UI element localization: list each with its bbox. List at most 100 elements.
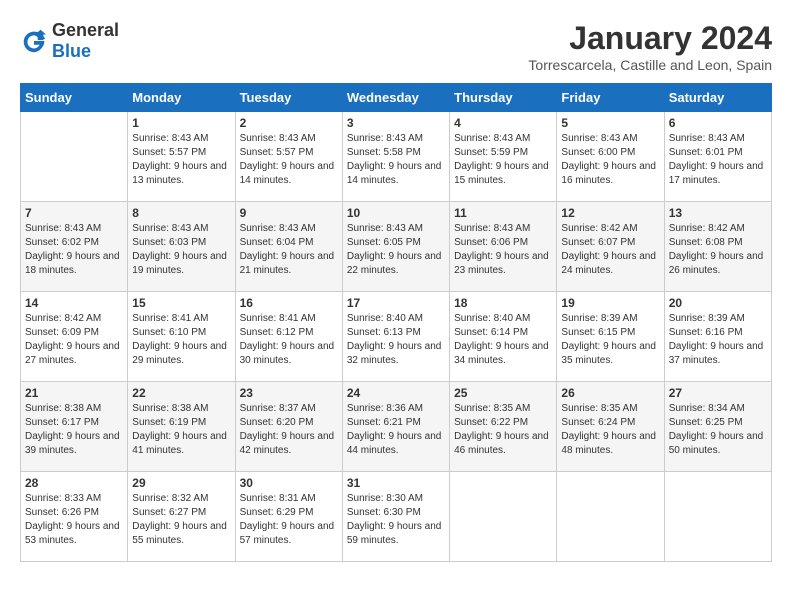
day-content: Sunrise: 8:43 AMSunset: 6:04 PMDaylight:… [240, 222, 338, 278]
logo-blue: Blue [52, 41, 91, 61]
page-header: General Blue January 2024 Torrescarcela,… [20, 20, 772, 73]
day-content: Sunrise: 8:39 AMSunset: 6:15 PMDaylight:… [561, 312, 659, 368]
calendar-day-header: Friday [557, 84, 664, 112]
day-number: 4 [454, 116, 552, 130]
calendar-cell: 7 Sunrise: 8:43 AMSunset: 6:02 PMDaylight… [21, 202, 128, 292]
title-section: January 2024 Torrescarcela, Castille and… [528, 20, 772, 73]
logo-general: General [52, 20, 119, 40]
day-content: Sunrise: 8:38 AMSunset: 6:19 PMDaylight:… [132, 402, 230, 458]
day-content: Sunrise: 8:41 AMSunset: 6:10 PMDaylight:… [132, 312, 230, 368]
day-number: 21 [25, 386, 123, 400]
day-number: 23 [240, 386, 338, 400]
day-content: Sunrise: 8:42 AMSunset: 6:09 PMDaylight:… [25, 312, 123, 368]
location-title: Torrescarcela, Castille and Leon, Spain [528, 57, 772, 73]
day-number: 26 [561, 386, 659, 400]
day-number: 31 [347, 476, 445, 490]
calendar-cell [664, 472, 771, 562]
calendar-week-row: 7 Sunrise: 8:43 AMSunset: 6:02 PMDaylight… [21, 202, 772, 292]
day-content: Sunrise: 8:43 AMSunset: 6:00 PMDaylight:… [561, 132, 659, 188]
day-content: Sunrise: 8:43 AMSunset: 5:58 PMDaylight:… [347, 132, 445, 188]
day-number: 1 [132, 116, 230, 130]
day-number: 29 [132, 476, 230, 490]
day-number: 7 [25, 206, 123, 220]
day-content: Sunrise: 8:40 AMSunset: 6:14 PMDaylight:… [454, 312, 552, 368]
day-number: 9 [240, 206, 338, 220]
calendar-cell: 14 Sunrise: 8:42 AMSunset: 6:09 PMDayligh… [21, 292, 128, 382]
calendar-day-header: Wednesday [342, 84, 449, 112]
calendar-cell: 24Sunrise: 8:36 AMSunset: 6:21 PMDayligh… [342, 382, 449, 472]
calendar-cell: 28 Sunrise: 8:33 AMSunset: 6:26 PMDayligh… [21, 472, 128, 562]
calendar-week-row: 21 Sunrise: 8:38 AMSunset: 6:17 PMDayligh… [21, 382, 772, 472]
day-number: 30 [240, 476, 338, 490]
calendar-cell: 21 Sunrise: 8:38 AMSunset: 6:17 PMDayligh… [21, 382, 128, 472]
calendar-cell: 25Sunrise: 8:35 AMSunset: 6:22 PMDayligh… [450, 382, 557, 472]
calendar-week-row: 14 Sunrise: 8:42 AMSunset: 6:09 PMDayligh… [21, 292, 772, 382]
logo: General Blue [20, 20, 119, 62]
calendar-cell: 2Sunrise: 8:43 AMSunset: 5:57 PMDaylight… [235, 112, 342, 202]
calendar-cell: 6 Sunrise: 8:43 AMSunset: 6:01 PMDaylight… [664, 112, 771, 202]
day-content: Sunrise: 8:43 AMSunset: 6:03 PMDaylight:… [132, 222, 230, 278]
day-content: Sunrise: 8:39 AMSunset: 6:16 PMDaylight:… [669, 312, 767, 368]
day-number: 17 [347, 296, 445, 310]
day-content: Sunrise: 8:43 AMSunset: 5:59 PMDaylight:… [454, 132, 552, 188]
logo-text: General Blue [52, 20, 119, 62]
calendar-cell: 26Sunrise: 8:35 AMSunset: 6:24 PMDayligh… [557, 382, 664, 472]
day-content: Sunrise: 8:36 AMSunset: 6:21 PMDaylight:… [347, 402, 445, 458]
day-number: 16 [240, 296, 338, 310]
day-number: 20 [669, 296, 767, 310]
calendar-cell: 17 Sunrise: 8:40 AMSunset: 6:13 PMDayligh… [342, 292, 449, 382]
day-number: 6 [669, 116, 767, 130]
calendar-week-row: 28 Sunrise: 8:33 AMSunset: 6:26 PMDayligh… [21, 472, 772, 562]
day-content: Sunrise: 8:38 AMSunset: 6:17 PMDaylight:… [25, 402, 123, 458]
calendar-day-header: Sunday [21, 84, 128, 112]
day-number: 14 [25, 296, 123, 310]
day-content: Sunrise: 8:33 AMSunset: 6:26 PMDaylight:… [25, 492, 123, 548]
day-content: Sunrise: 8:43 AMSunset: 6:06 PMDaylight:… [454, 222, 552, 278]
day-number: 5 [561, 116, 659, 130]
day-number: 18 [454, 296, 552, 310]
calendar-day-header: Tuesday [235, 84, 342, 112]
calendar-cell [21, 112, 128, 202]
calendar-cell: 23 Sunrise: 8:37 AMSunset: 6:20 PMDayligh… [235, 382, 342, 472]
calendar-cell: 11 Sunrise: 8:43 AMSunset: 6:06 PMDayligh… [450, 202, 557, 292]
day-number: 15 [132, 296, 230, 310]
day-number: 22 [132, 386, 230, 400]
day-number: 8 [132, 206, 230, 220]
calendar-day-header: Monday [128, 84, 235, 112]
day-number: 25 [454, 386, 552, 400]
calendar-table: SundayMondayTuesdayWednesdayThursdayFrid… [20, 83, 772, 562]
day-number: 28 [25, 476, 123, 490]
day-number: 11 [454, 206, 552, 220]
calendar-cell: 27Sunrise: 8:34 AMSunset: 6:25 PMDayligh… [664, 382, 771, 472]
day-content: Sunrise: 8:43 AMSunset: 6:01 PMDaylight:… [669, 132, 767, 188]
calendar-cell: 13Sunrise: 8:42 AMSunset: 6:08 PMDayligh… [664, 202, 771, 292]
day-content: Sunrise: 8:40 AMSunset: 6:13 PMDaylight:… [347, 312, 445, 368]
day-content: Sunrise: 8:37 AMSunset: 6:20 PMDaylight:… [240, 402, 338, 458]
calendar-cell: 4 Sunrise: 8:43 AMSunset: 5:59 PMDaylight… [450, 112, 557, 202]
calendar-cell: 19 Sunrise: 8:39 AMSunset: 6:15 PMDayligh… [557, 292, 664, 382]
calendar-cell: 12Sunrise: 8:42 AMSunset: 6:07 PMDayligh… [557, 202, 664, 292]
day-content: Sunrise: 8:32 AMSunset: 6:27 PMDaylight:… [132, 492, 230, 548]
day-content: Sunrise: 8:42 AMSunset: 6:07 PMDaylight:… [561, 222, 659, 278]
day-number: 19 [561, 296, 659, 310]
day-content: Sunrise: 8:34 AMSunset: 6:25 PMDaylight:… [669, 402, 767, 458]
day-number: 13 [669, 206, 767, 220]
month-title: January 2024 [528, 20, 772, 57]
calendar-cell: 18 Sunrise: 8:40 AMSunset: 6:14 PMDayligh… [450, 292, 557, 382]
calendar-cell: 9 Sunrise: 8:43 AMSunset: 6:04 PMDaylight… [235, 202, 342, 292]
calendar-cell: 20 Sunrise: 8:39 AMSunset: 6:16 PMDayligh… [664, 292, 771, 382]
day-number: 2 [240, 116, 338, 130]
calendar-cell: 16 Sunrise: 8:41 AMSunset: 6:12 PMDayligh… [235, 292, 342, 382]
calendar-cell: 29 Sunrise: 8:32 AMSunset: 6:27 PMDayligh… [128, 472, 235, 562]
day-content: Sunrise: 8:43 AMSunset: 5:57 PMDaylight:… [132, 132, 230, 188]
calendar-cell [557, 472, 664, 562]
day-content: Sunrise: 8:43 AMSunset: 6:02 PMDaylight:… [25, 222, 123, 278]
calendar-cell: 30Sunrise: 8:31 AMSunset: 6:29 PMDayligh… [235, 472, 342, 562]
day-content: Sunrise: 8:41 AMSunset: 6:12 PMDaylight:… [240, 312, 338, 368]
day-number: 3 [347, 116, 445, 130]
calendar-day-header: Saturday [664, 84, 771, 112]
calendar-cell: 8 Sunrise: 8:43 AMSunset: 6:03 PMDaylight… [128, 202, 235, 292]
calendar-cell: 10Sunrise: 8:43 AMSunset: 6:05 PMDayligh… [342, 202, 449, 292]
calendar-day-header: Thursday [450, 84, 557, 112]
calendar-cell: 5 Sunrise: 8:43 AMSunset: 6:00 PMDaylight… [557, 112, 664, 202]
